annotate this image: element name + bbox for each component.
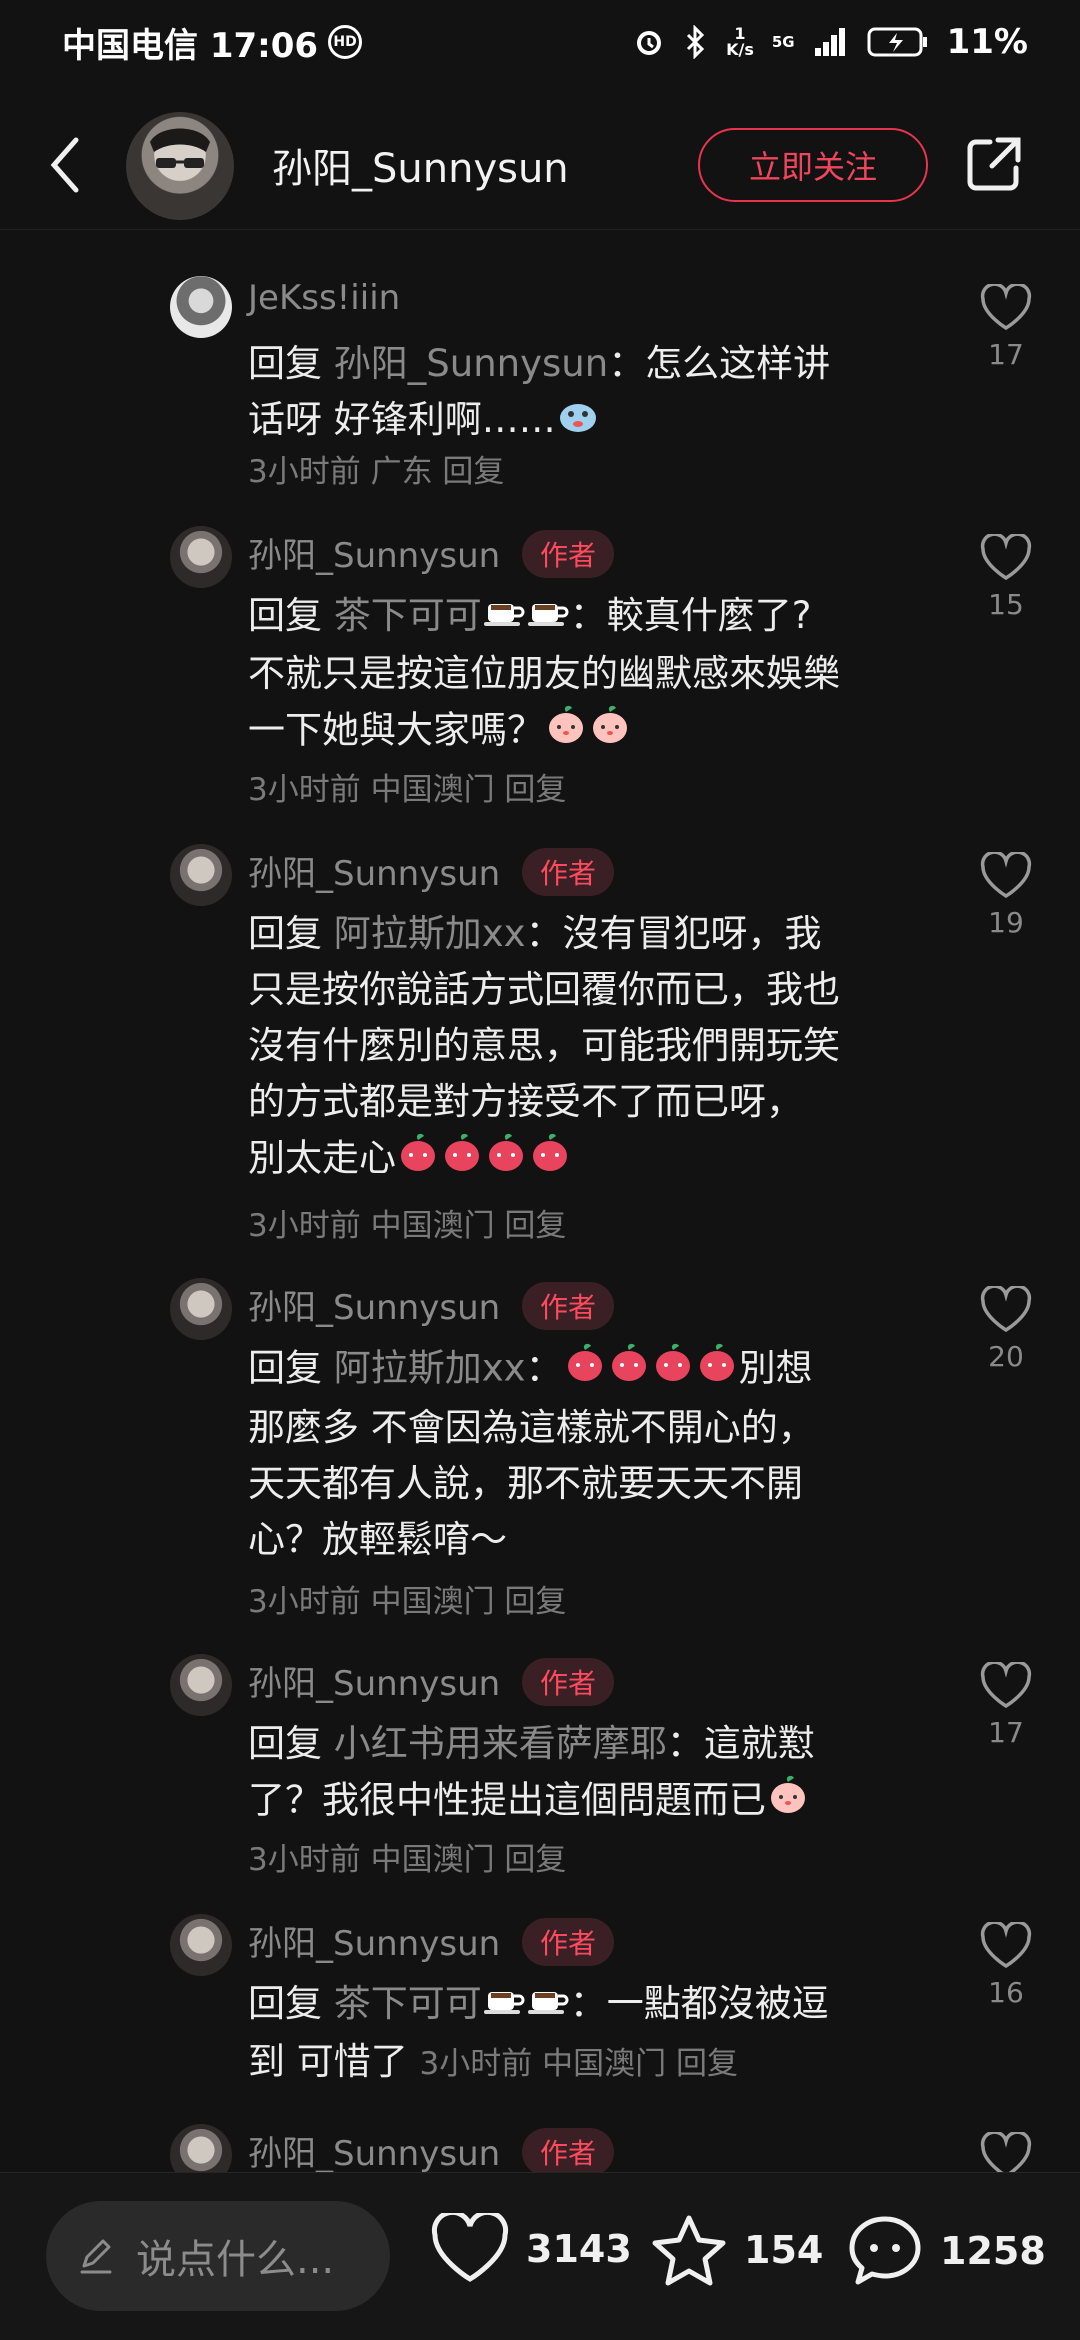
like-count: 20 <box>988 1340 1024 1373</box>
peach-emoji <box>695 1340 739 1400</box>
bottom-action-bar: 说点什么... 3143 154 1258 <box>0 2172 1080 2340</box>
peach-emoji <box>484 1130 528 1190</box>
like-button[interactable]: 17 <box>976 1662 1036 1749</box>
author-badge: 作者 <box>522 530 614 578</box>
pencil-icon <box>80 2239 112 2274</box>
like-button[interactable]: 19 <box>976 852 1036 939</box>
comment-meta[interactable]: 3小时前 中国澳门 回复 <box>248 764 566 809</box>
heart-icon <box>980 534 1032 581</box>
like-count: 19 <box>988 906 1024 939</box>
like-button[interactable]: 20 <box>976 1286 1036 1373</box>
author-badge: 作者 <box>522 848 614 896</box>
peach-emoji <box>766 1772 810 1832</box>
comment-text[interactable]: 回复 阿拉斯加xx： 別想 那麼多 不會因為這樣就不開心的， 天天都有人說，那不就… <box>248 1340 938 1568</box>
comment-stat-button[interactable]: 1258 <box>846 2213 1046 2289</box>
peach-emoji <box>396 1130 440 1190</box>
coffee-emoji <box>526 1978 570 2034</box>
like-stat-button[interactable]: 3143 <box>430 2213 632 2285</box>
like-button[interactable]: 16 <box>976 1922 1036 2009</box>
scared-emoji <box>556 394 600 450</box>
comment-meta[interactable]: 3小时前 中国澳门 回复 <box>248 1834 566 1879</box>
heart-icon <box>980 1922 1032 1969</box>
heart-icon <box>980 1662 1032 1709</box>
peach-emoji <box>544 702 588 762</box>
follow-button[interactable]: 立即关注 <box>698 128 928 202</box>
author-badge: 作者 <box>522 1658 614 1706</box>
avatar[interactable] <box>170 526 232 588</box>
comment-text[interactable]: 回复 小红书用来看萨摩耶：這就懟 了？我很中性提出這個問題而已 <box>248 1716 938 1832</box>
favorite-total: 154 <box>744 2228 824 2272</box>
peach-emoji <box>588 702 632 762</box>
avatar[interactable] <box>170 1654 232 1716</box>
carrier-time: 中国电信 17:06 <box>62 25 319 66</box>
comment-author[interactable]: 孙阳_Sunnysun <box>248 2126 500 2175</box>
peach-emoji <box>440 1130 484 1190</box>
profile-header: 孙阳_Sunnysun 立即关注 <box>0 100 1080 230</box>
comment-text[interactable]: 回复 孙阳_Sunnysun：怎么这样讲 话呀 好锋利啊…… <box>248 336 938 450</box>
peach-emoji <box>607 1340 651 1400</box>
like-button[interactable]: 17 <box>976 284 1036 371</box>
comment-author[interactable]: 孙阳_Sunnysun <box>248 846 500 895</box>
avatar[interactable] <box>170 844 232 906</box>
author-badge: 作者 <box>522 2128 614 2176</box>
comment-text[interactable]: 回复 阿拉斯加xx：沒有冒犯呀，我 只是按你說話方式回覆你而已，我也 沒有什麼別… <box>248 906 938 1190</box>
like-count: 15 <box>988 588 1024 621</box>
share-icon <box>967 137 1021 191</box>
like-count: 17 <box>988 338 1024 371</box>
comment-text[interactable]: 回复 茶下可可 ：較真什麼了? 不就只是按這位朋友的幽默感來娛樂 一下她與大家嗎？ <box>248 588 938 762</box>
bluetooth-icon <box>684 25 708 59</box>
comment-author[interactable]: 孙阳_Sunnysun <box>248 1656 500 1705</box>
like-button[interactable]: 15 <box>976 534 1036 621</box>
author-badge: 作者 <box>522 1918 614 1966</box>
back-icon <box>50 137 79 193</box>
network-type: 5G <box>771 32 795 51</box>
alarm-icon <box>632 25 666 59</box>
heart-icon <box>980 284 1032 331</box>
chat-icon <box>849 2216 921 2285</box>
battery-percent: 11% <box>946 22 1028 62</box>
comment-meta[interactable]: 3小时前 中国澳门 回复 <box>248 1576 566 1621</box>
network-speed: 1 K/s <box>726 24 754 59</box>
peach-emoji <box>563 1340 607 1400</box>
like-count: 16 <box>988 1976 1024 2009</box>
star-icon <box>652 2215 726 2286</box>
comment-author[interactable]: 孙阳_Sunnysun <box>248 528 500 577</box>
comment-total: 1258 <box>940 2229 1046 2273</box>
profile-name[interactable]: 孙阳_Sunnysun <box>272 136 569 194</box>
signal-icon <box>813 26 849 58</box>
favorite-stat-button[interactable]: 154 <box>650 2213 823 2287</box>
avatar[interactable] <box>170 276 232 338</box>
comment-meta[interactable]: 3小时前 中国澳门 回复 <box>420 2046 738 2082</box>
author-badge: 作者 <box>522 1282 614 1330</box>
avatar[interactable] <box>170 1278 232 1340</box>
comment-placeholder: 说点什么... <box>136 2237 335 2283</box>
battery-icon <box>867 25 929 59</box>
comment-author[interactable]: 孙阳_Sunnysun <box>248 1916 500 1965</box>
comment-meta[interactable]: 3小时前 广东 回复 <box>248 446 504 491</box>
heart-icon <box>980 852 1032 899</box>
comment-author[interactable]: JeKss!iiin <box>248 278 400 318</box>
comment-input[interactable]: 说点什么... <box>46 2201 390 2311</box>
heart-icon <box>431 2213 509 2282</box>
hd-icon: HD <box>328 25 363 59</box>
comment-meta[interactable]: 3小时前 中国澳门 回复 <box>248 1200 566 1245</box>
coffee-emoji <box>482 590 526 646</box>
peach-emoji <box>651 1340 695 1400</box>
back-button[interactable] <box>40 132 90 198</box>
share-button[interactable] <box>964 134 1024 194</box>
coffee-emoji <box>482 1978 526 2034</box>
comment-author[interactable]: 孙阳_Sunnysun <box>248 1280 500 1329</box>
heart-icon <box>980 1286 1032 1333</box>
avatar[interactable] <box>170 1914 232 1976</box>
peach-emoji <box>528 1130 572 1190</box>
like-count: 17 <box>988 1716 1024 1749</box>
like-total: 3143 <box>526 2227 632 2271</box>
avatar[interactable] <box>126 112 234 220</box>
coffee-emoji <box>526 590 570 646</box>
comment-text[interactable]: 回复 茶下可可 ：一點都沒被逗 到 可惜了 3小时前 中国澳门 回复 <box>248 1976 938 2092</box>
status-bar: 中国电信 17:06 HD 1 K/s 5G 11% <box>0 0 1080 84</box>
